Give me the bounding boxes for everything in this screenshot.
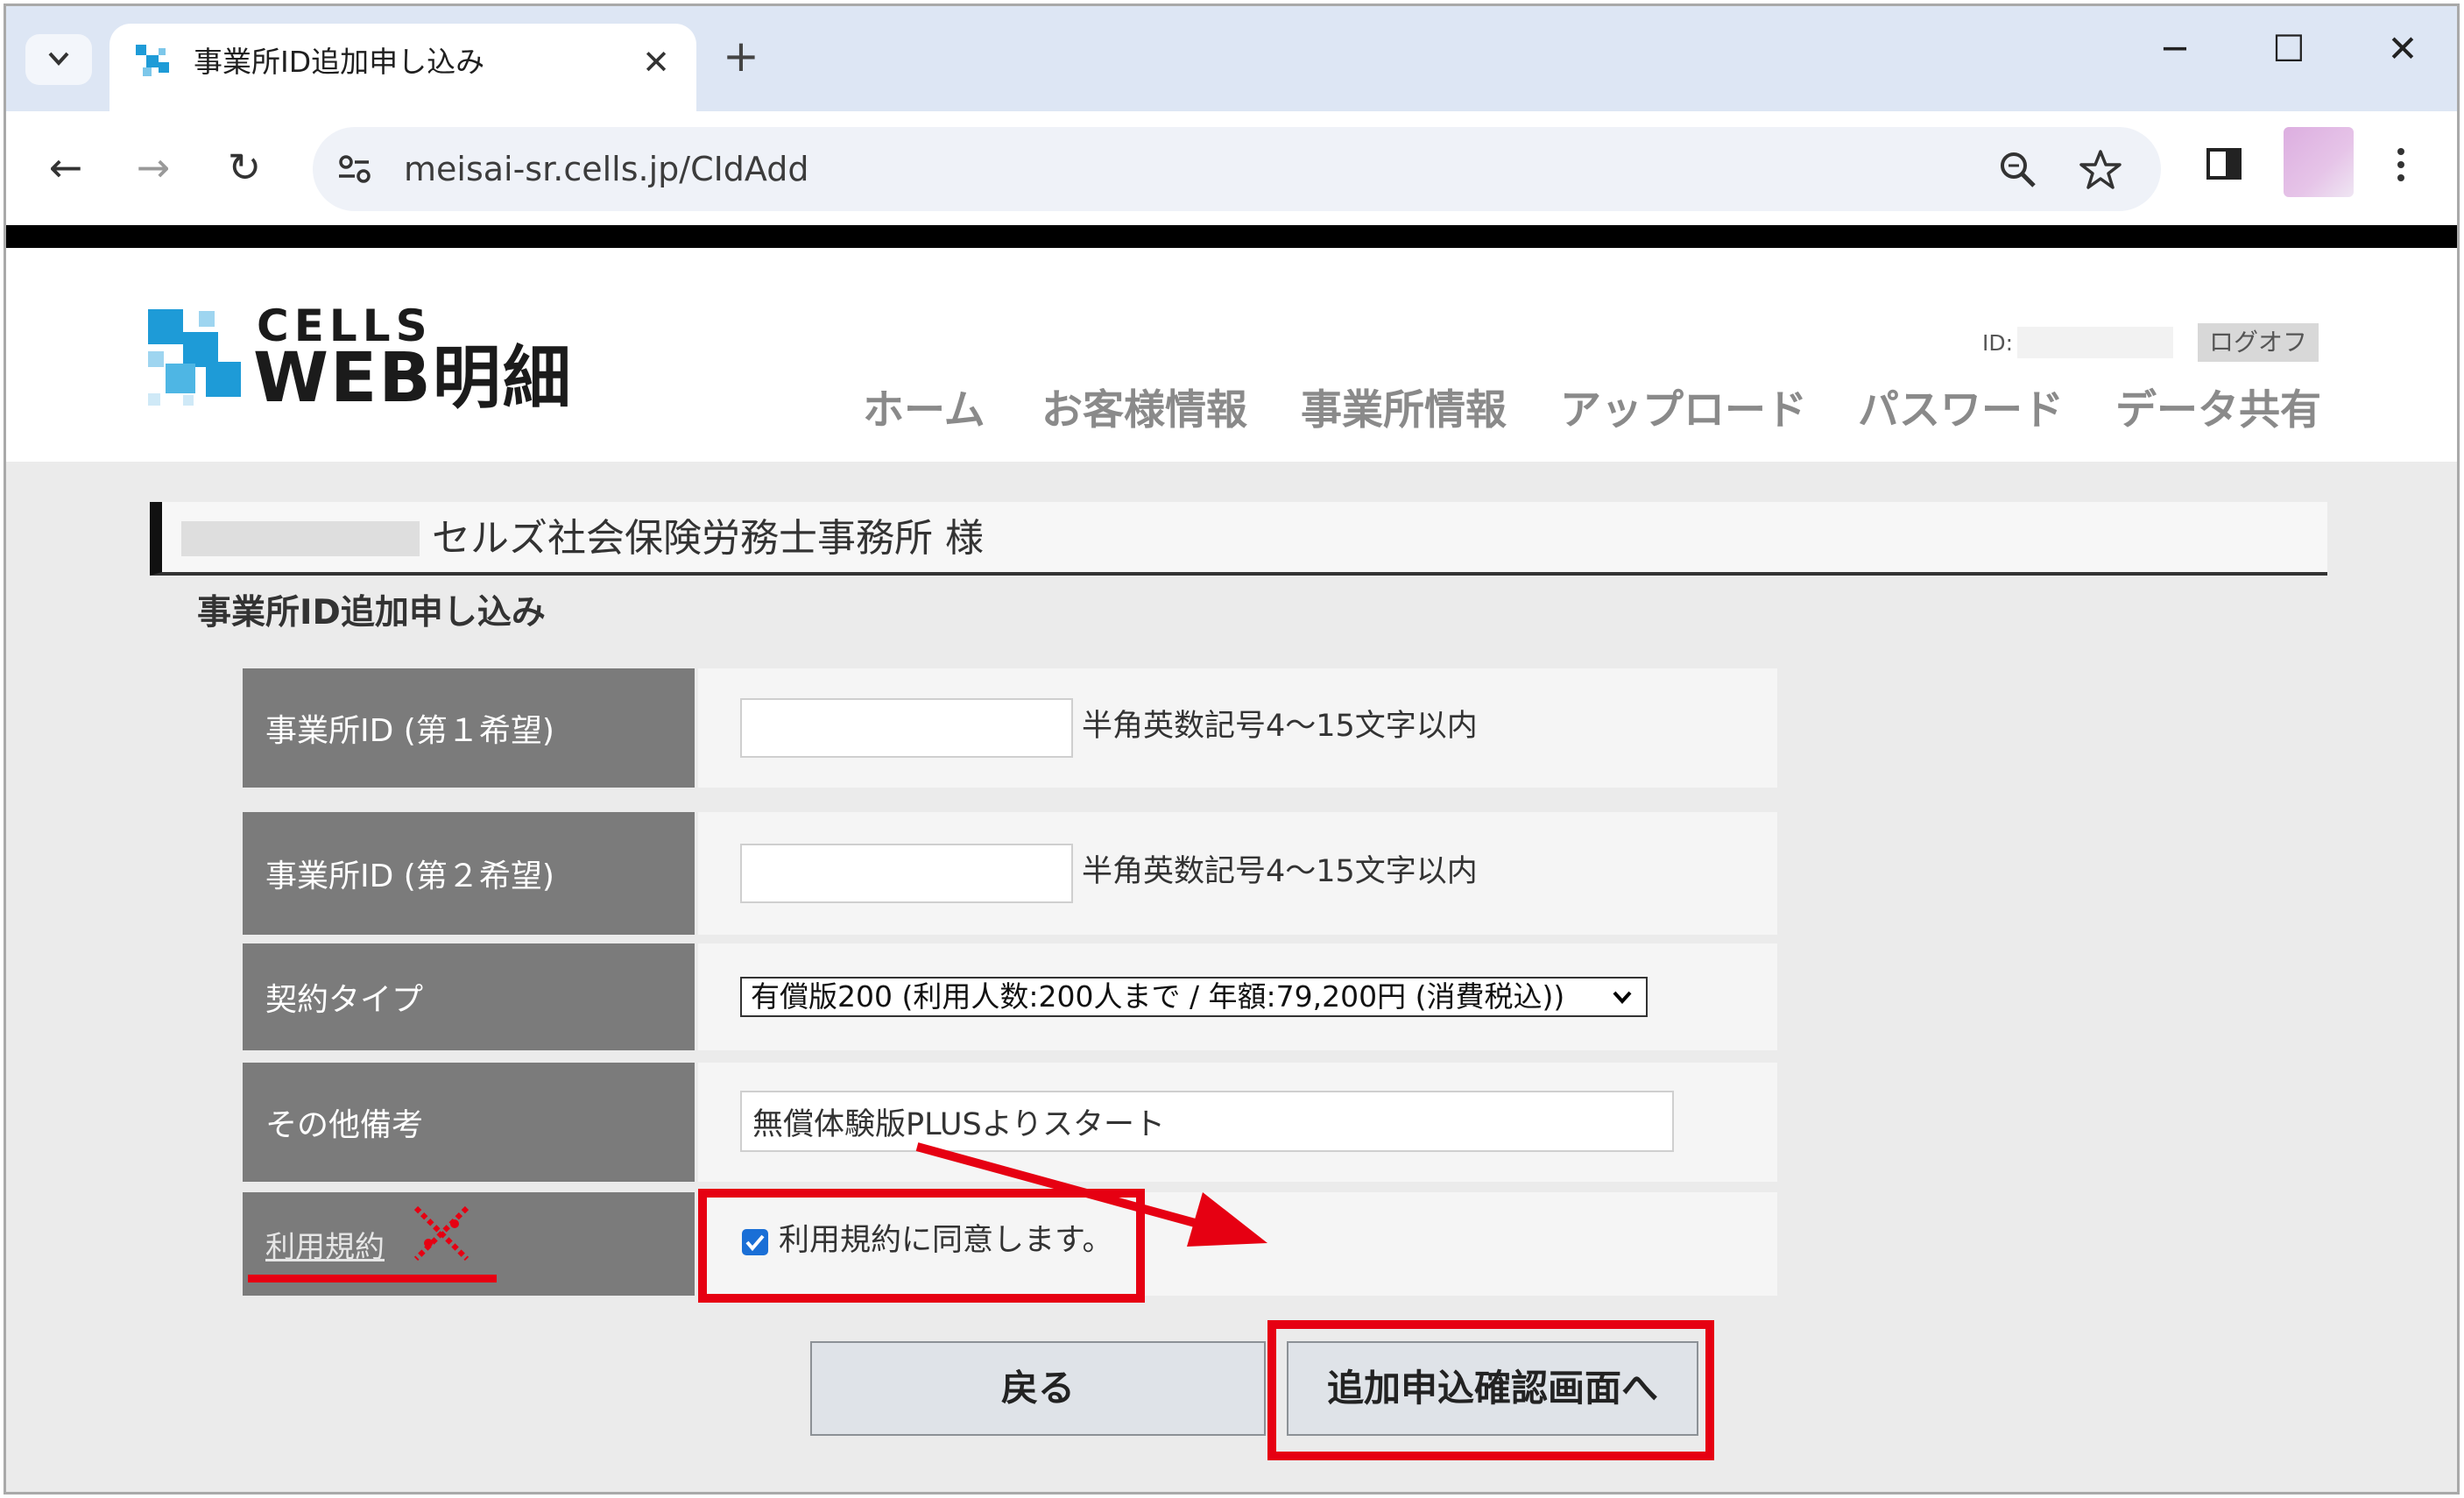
- office-id-2-input[interactable]: [740, 844, 1073, 903]
- maximize-button[interactable]: ☐: [2254, 25, 2324, 73]
- red-arrow-annotation: [915, 1142, 1267, 1247]
- label-remarks-text: その他備考: [265, 1107, 424, 1143]
- main-content: セルズ社会保険労務士事務所 様 事業所ID追加申し込み 事業所ID (第１希望)…: [6, 462, 2457, 1492]
- nav-password[interactable]: パスワード: [1858, 385, 2064, 437]
- label-office-id-2-text: 事業所ID (第２希望): [265, 859, 554, 894]
- browser-toolbar: ← → ↻ meisai-sr.cells.jp/CIdAdd: [6, 111, 2457, 225]
- nav-data-share[interactable]: データ共有: [2115, 385, 2321, 437]
- chevron-down-icon: [48, 52, 69, 66]
- minimize-button[interactable]: ─: [2140, 25, 2210, 73]
- tab-strip: 事業所ID追加申し込み ✕ + ─ ☐ ✕: [6, 6, 2457, 111]
- more-menu-icon[interactable]: [2390, 143, 2411, 187]
- logo-web-meisai-text: WEB明細: [253, 339, 573, 418]
- close-tab-icon[interactable]: ✕: [642, 41, 670, 83]
- logoff-button[interactable]: ログオフ: [2198, 323, 2319, 362]
- red-underline-annotation: [248, 1275, 497, 1282]
- label-office-id-2: 事業所ID (第２希望): [243, 812, 695, 935]
- contract-type-selected-value: 有償版200 (利用人数:200人まで / 年額:79,200円 (消費税込)): [751, 979, 1565, 1014]
- nav-office-info[interactable]: 事業所情報: [1301, 385, 1507, 437]
- bookmark-star-icon[interactable]: [2077, 146, 2124, 194]
- office-id-1-input[interactable]: [740, 698, 1073, 758]
- forward-arrow-icon[interactable]: →: [125, 141, 181, 194]
- contract-type-select[interactable]: 有償版200 (利用人数:200人まで / 年額:79,200円 (消費税込)): [740, 977, 1648, 1017]
- user-id-value: [2017, 327, 2173, 358]
- active-tab[interactable]: 事業所ID追加申し込み ✕: [109, 24, 696, 111]
- label-office-id-1-text: 事業所ID (第１希望): [265, 713, 554, 749]
- close-window-button[interactable]: ✕: [2368, 25, 2438, 73]
- chevron-down-icon: [1613, 991, 1632, 1004]
- office-id-2-hint: 半角英数記号4～15文字以内: [1082, 854, 1478, 889]
- customer-name: セルズ社会保険労務士事務所 様: [432, 516, 984, 561]
- customer-bar: セルズ社会保険労務士事務所 様: [150, 502, 2327, 576]
- label-office-id-1: 事業所ID (第１希望): [243, 668, 695, 788]
- nav-customer-info[interactable]: お客様情報: [1041, 385, 1247, 437]
- site-settings-icon: [339, 155, 371, 183]
- highlight-box-confirm: [1267, 1320, 1714, 1460]
- profile-avatar[interactable]: [2284, 127, 2354, 197]
- red-x-mark-annotation: ※: [413, 1205, 470, 1261]
- cells-favicon-icon: [136, 45, 169, 76]
- back-button[interactable]: 戻る: [810, 1341, 1266, 1436]
- nav-upload[interactable]: アップロード: [1560, 385, 1807, 437]
- side-panel-icon[interactable]: [2203, 143, 2245, 185]
- site-header: CELLS WEB明細 ID: ログオフ ホーム お客様情報 事業所情報 アップ…: [6, 248, 2457, 462]
- tab-search-button[interactable]: [25, 34, 92, 85]
- user-id-label: ID:: [1982, 330, 2014, 356]
- reload-icon[interactable]: ↻: [216, 141, 272, 194]
- browser-window: 事業所ID追加申し込み ✕ + ─ ☐ ✕ ← → ↻ meisai-sr.ce…: [4, 4, 2460, 1494]
- zoom-icon[interactable]: [1994, 146, 2042, 194]
- new-tab-button[interactable]: +: [723, 31, 759, 81]
- back-arrow-icon[interactable]: ←: [38, 141, 94, 194]
- url-text: meisai-sr.cells.jp/CIdAdd: [404, 150, 809, 188]
- cells-logo-icon[interactable]: [145, 306, 246, 411]
- label-contract-type-text: 契約タイプ: [265, 982, 424, 1018]
- address-bar[interactable]: meisai-sr.cells.jp/CIdAdd: [313, 127, 2161, 211]
- label-remarks: その他備考: [243, 1063, 695, 1182]
- office-id-1-hint: 半角英数記号4～15文字以内: [1082, 709, 1478, 744]
- section-title: 事業所ID追加申し込み: [197, 593, 546, 632]
- redacted-customer-id: [181, 521, 420, 556]
- header-divider: [6, 225, 2457, 248]
- nav-home[interactable]: ホーム: [863, 385, 985, 437]
- label-contract-type: 契約タイプ: [243, 943, 695, 1050]
- tab-title: 事業所ID追加申し込み: [194, 45, 485, 79]
- terms-of-use-link[interactable]: 利用規約: [265, 1223, 385, 1266]
